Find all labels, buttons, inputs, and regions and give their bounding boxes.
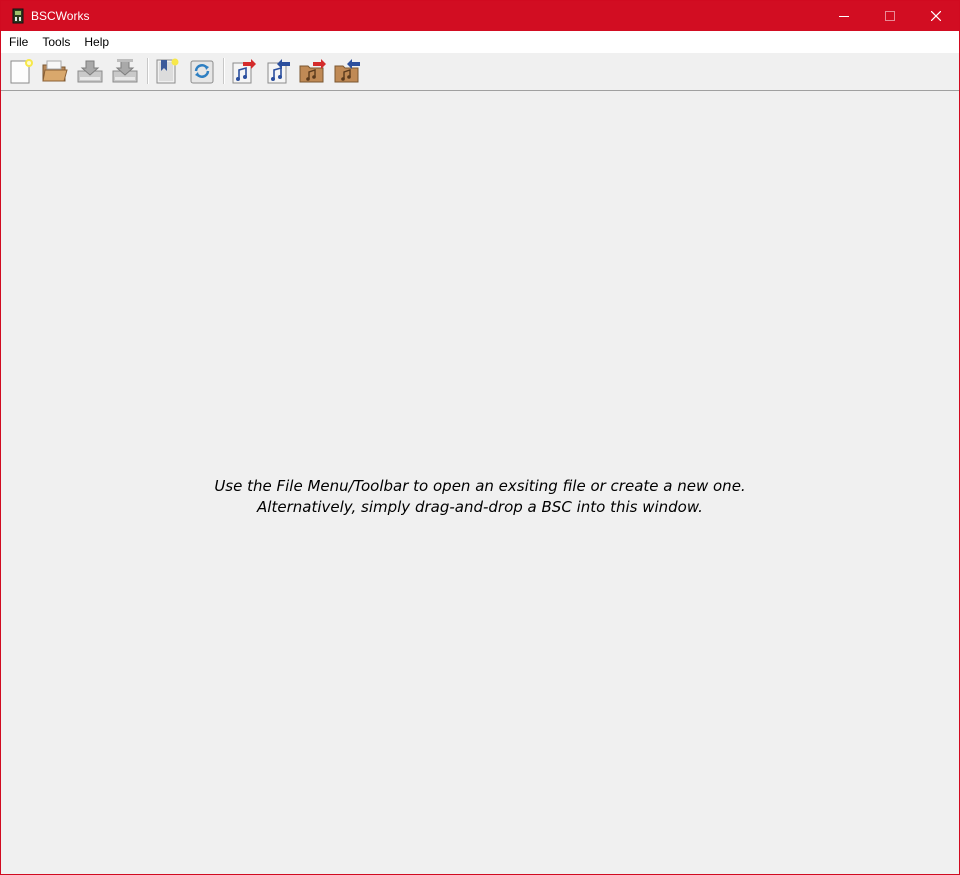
new-bookmark-button[interactable] [153,57,181,85]
import-music-folder-icon [334,59,360,83]
save-as-icon [112,59,138,83]
import-music-icon [267,59,290,84]
message-line-2: Alternatively, simply drag-and-drop a BS… [257,498,703,516]
empty-state-message: Use the File Menu/Toolbar to open an exs… [1,476,959,518]
export-music-button[interactable] [229,57,257,85]
close-icon [931,11,941,21]
export-music-folder-icon [299,59,326,83]
new-file-icon [10,59,33,84]
export-music-folder-button[interactable] [299,57,327,85]
save-icon [77,60,103,83]
refresh-icon [190,60,214,84]
drop-area[interactable]: Use the File Menu/Toolbar to open an exs… [1,91,959,874]
export-music-icon [232,59,256,84]
toolbar-separator [147,58,149,84]
menu-file[interactable]: File [1,31,35,53]
maximize-icon [885,11,895,21]
app-icon [11,8,25,24]
menu-bar: File Tools Help [1,31,959,53]
toolbar [1,53,959,91]
minimize-button[interactable] [821,1,867,31]
app-window: BSCWorks File Tools Help Use the File Me… [0,0,960,875]
title-bar[interactable]: BSCWorks [1,1,959,31]
window-title: BSCWorks [31,9,90,23]
toolbar-separator [223,58,225,84]
new-file-button[interactable] [7,57,35,85]
refresh-button[interactable] [188,57,216,85]
maximize-button[interactable] [867,1,913,31]
open-button[interactable] [41,57,69,85]
message-line-1: Use the File Menu/Toolbar to open an exs… [214,477,746,495]
close-button[interactable] [913,1,959,31]
new-bookmark-icon [156,58,179,84]
open-folder-icon [42,60,68,82]
save-button[interactable] [76,57,104,85]
minimize-icon [839,16,849,17]
import-music-button[interactable] [264,57,292,85]
save-as-button[interactable] [111,57,139,85]
import-music-folder-button[interactable] [334,57,362,85]
menu-tools[interactable]: Tools [35,31,77,53]
menu-help[interactable]: Help [77,31,116,53]
